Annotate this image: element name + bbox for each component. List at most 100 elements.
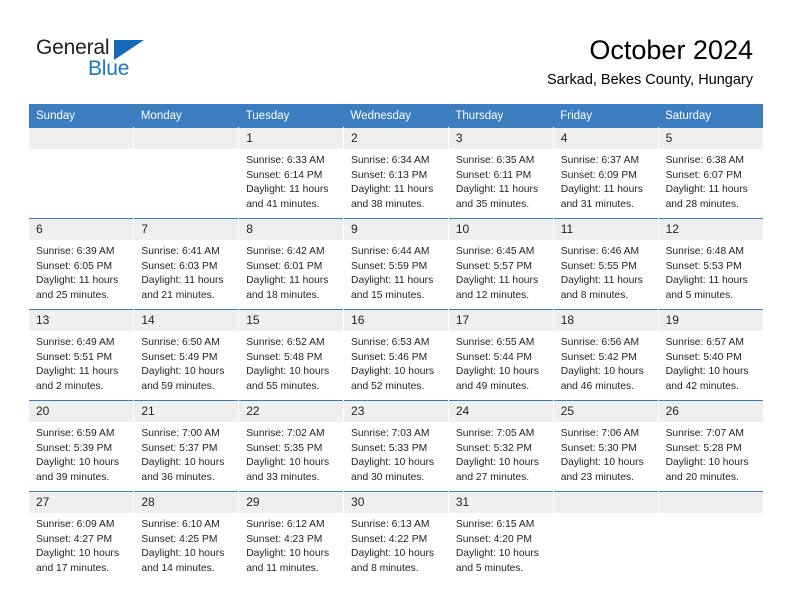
calendar-day-cell[interactable]: 24 Sunrise: 7:05 AM Sunset: 5:32 PM Dayligh… (448, 400, 554, 492)
day-number: 20 (29, 401, 134, 422)
daylight-text-line2: and 35 minutes. (455, 198, 530, 210)
sunset-text: Sunset: 5:28 PM (665, 442, 742, 454)
calendar-day-cell[interactable]: 1 Sunrise: 6:33 AM Sunset: 6:14 PM Daylight… (238, 127, 345, 219)
day-number (134, 128, 239, 149)
calendar-day-cell[interactable]: 6 Sunrise: 6:39 AM Sunset: 6:05 PM Daylight… (29, 218, 135, 310)
weekday-header-wednesday: Wednesday (343, 104, 449, 128)
calendar-day-cell[interactable]: 9 Sunrise: 6:44 AM Sunset: 5:59 PM Daylight… (343, 218, 449, 310)
calendar-day-cell[interactable]: 29 Sunrise: 6:12 AM Sunset: 4:23 PM Dayligh… (238, 491, 345, 582)
calendar-day-cell[interactable]: 17 Sunrise: 6:55 AM Sunset: 5:44 PM Dayligh… (448, 309, 554, 401)
day-details: Sunrise: 6:35 AM Sunset: 6:11 PM Daylight:… (449, 149, 553, 212)
calendar-day-cell[interactable]: 21 Sunrise: 7:00 AM Sunset: 5:37 PM Dayligh… (133, 400, 240, 492)
sunset-text: Sunset: 5:44 PM (455, 351, 533, 363)
day-number: 24 (448, 401, 553, 422)
calendar-day-cell[interactable]: 13 Sunrise: 6:49 AM Sunset: 5:51 PM Dayligh… (29, 309, 135, 401)
calendar-day-cell[interactable]: 28 Sunrise: 6:10 AM Sunset: 4:25 PM Dayligh… (133, 491, 240, 582)
day-number: 9 (344, 219, 448, 240)
day-details: Sunrise: 6:15 AM Sunset: 4:20 PM Daylight:… (449, 513, 553, 576)
day-number: 16 (344, 310, 448, 331)
calendar-day-cell[interactable]: 4 Sunrise: 6:37 AM Sunset: 6:09 PM Daylight… (553, 127, 659, 219)
daylight-text-line1: Daylight: 10 hours (455, 366, 539, 378)
calendar-day-cell[interactable]: 12 Sunrise: 6:48 AM Sunset: 5:53 PM Dayligh… (658, 218, 763, 310)
sunset-text: Sunset: 5:59 PM (351, 260, 428, 272)
calendar-day-cell[interactable]: 18 Sunrise: 6:56 AM Sunset: 5:42 PM Dayligh… (553, 309, 659, 401)
sunrise-text: Sunrise: 6:35 AM (455, 155, 535, 166)
day-number: 3 (448, 128, 553, 149)
day-number: 31 (448, 492, 553, 513)
day-number: 29 (239, 492, 344, 513)
calendar-day-cell[interactable]: 15 Sunrise: 6:52 AM Sunset: 5:48 PM Dayligh… (238, 309, 345, 401)
calendar-empty-cell (553, 491, 659, 582)
sunset-text: Sunset: 5:48 PM (246, 351, 323, 363)
day-details: Sunrise: 6:55 AM Sunset: 5:44 PM Daylight:… (449, 331, 553, 394)
sunset-text: Sunset: 5:35 PM (246, 442, 323, 454)
weekday-header-sunday: Sunday (29, 104, 134, 128)
calendar-day-cell[interactable]: 10 Sunrise: 6:45 AM Sunset: 5:57 PM Dayligh… (448, 218, 554, 310)
calendar-day-cell[interactable]: 11 Sunrise: 6:46 AM Sunset: 5:55 PM Dayligh… (553, 218, 659, 310)
day-details: Sunrise: 6:59 AM Sunset: 5:39 PM Daylight:… (29, 422, 133, 485)
daylight-text-line2: and 49 minutes. (455, 380, 530, 392)
daylight-text-line2: and 12 minutes. (455, 289, 530, 301)
daylight-text-line1: Daylight: 11 hours (36, 275, 119, 287)
day-details: Sunrise: 6:49 AM Sunset: 5:51 PM Daylight:… (29, 331, 133, 394)
daylight-text-line1: Daylight: 10 hours (560, 457, 644, 469)
calendar-empty-cell (133, 127, 240, 219)
daylight-text-line2: and 46 minutes. (560, 380, 634, 392)
daylight-text-line1: Daylight: 11 hours (36, 366, 119, 378)
day-number: 6 (29, 219, 134, 240)
calendar-day-cell[interactable]: 25 Sunrise: 7:06 AM Sunset: 5:30 PM Dayligh… (553, 400, 659, 492)
calendar-day-cell[interactable]: 19 Sunrise: 6:57 AM Sunset: 5:40 PM Dayligh… (658, 309, 763, 401)
sunrise-text: Sunrise: 6:12 AM (246, 519, 325, 530)
sunrise-text: Sunrise: 6:44 AM (351, 246, 430, 257)
calendar-day-cell[interactable]: 2 Sunrise: 6:34 AM Sunset: 6:13 PM Daylight… (343, 127, 449, 219)
day-details: Sunrise: 6:46 AM Sunset: 5:55 PM Daylight:… (554, 240, 658, 303)
day-details: Sunrise: 6:57 AM Sunset: 5:40 PM Daylight:… (659, 331, 763, 394)
daylight-text-line2: and 36 minutes. (141, 471, 215, 483)
calendar-day-cell[interactable]: 23 Sunrise: 7:03 AM Sunset: 5:33 PM Dayligh… (343, 400, 449, 492)
day-details: Sunrise: 6:42 AM Sunset: 6:01 PM Daylight:… (239, 240, 343, 303)
calendar-week-row: 13 Sunrise: 6:49 AM Sunset: 5:51 PM Dayligh… (29, 309, 763, 401)
calendar-day-cell[interactable]: 7 Sunrise: 6:41 AM Sunset: 6:03 PM Daylight… (133, 218, 240, 310)
daylight-text-line2: and 30 minutes. (351, 471, 425, 483)
daylight-text-line1: Daylight: 11 hours (665, 184, 748, 196)
calendar-day-cell[interactable]: 14 Sunrise: 6:50 AM Sunset: 5:49 PM Dayligh… (133, 309, 240, 401)
weekday-header-tuesday: Tuesday (238, 104, 344, 128)
sunrise-text: Sunrise: 6:55 AM (455, 337, 535, 348)
day-number: 30 (344, 492, 448, 513)
sunset-text: Sunset: 5:32 PM (455, 442, 533, 454)
sunset-text: Sunset: 4:27 PM (36, 533, 113, 545)
daylight-text-line2: and 21 minutes. (141, 289, 215, 301)
sunset-text: Sunset: 5:37 PM (141, 442, 218, 454)
sunset-text: Sunset: 4:23 PM (246, 533, 323, 545)
day-number: 13 (29, 310, 134, 331)
title-block: October 2024 Sarkad, Bekes County, Hunga… (547, 34, 753, 89)
daylight-text-line2: and 27 minutes. (455, 471, 530, 483)
day-number (553, 492, 658, 513)
calendar-day-cell[interactable]: 26 Sunrise: 7:07 AM Sunset: 5:28 PM Dayligh… (658, 400, 763, 492)
calendar-day-cell[interactable]: 20 Sunrise: 6:59 AM Sunset: 5:39 PM Dayligh… (29, 400, 135, 492)
sunset-text: Sunset: 6:13 PM (351, 169, 428, 181)
calendar-day-cell[interactable]: 22 Sunrise: 7:02 AM Sunset: 5:35 PM Dayligh… (238, 400, 345, 492)
page-title: October 2024 (589, 35, 753, 65)
calendar-header-row: Sunday Monday Tuesday Wednesday Thursday… (29, 104, 763, 128)
daylight-text-line2: and 55 minutes. (246, 380, 320, 392)
calendar-day-cell[interactable]: 8 Sunrise: 6:42 AM Sunset: 6:01 PM Daylight… (238, 218, 345, 310)
calendar-day-cell[interactable]: 30 Sunrise: 6:13 AM Sunset: 4:22 PM Dayligh… (343, 491, 449, 582)
sunset-text: Sunset: 4:22 PM (351, 533, 428, 545)
calendar-day-cell[interactable]: 31 Sunrise: 6:15 AM Sunset: 4:20 PM Dayligh… (448, 491, 554, 582)
day-details: Sunrise: 6:10 AM Sunset: 4:25 PM Daylight:… (134, 513, 238, 576)
daylight-text-line2: and 23 minutes. (560, 471, 634, 483)
calendar-day-cell[interactable]: 5 Sunrise: 6:38 AM Sunset: 6:07 PM Daylight… (658, 127, 763, 219)
calendar-day-cell[interactable]: 27 Sunrise: 6:09 AM Sunset: 4:27 PM Dayligh… (29, 491, 135, 582)
daylight-text-line2: and 11 minutes. (246, 562, 319, 574)
calendar-body: 1 Sunrise: 6:33 AM Sunset: 6:14 PM Daylight… (29, 127, 763, 582)
day-details: Sunrise: 7:02 AM Sunset: 5:35 PM Daylight:… (239, 422, 343, 485)
daylight-text-line1: Daylight: 11 hours (455, 184, 539, 196)
day-number: 12 (658, 219, 763, 240)
calendar-day-cell[interactable]: 16 Sunrise: 6:53 AM Sunset: 5:46 PM Dayligh… (343, 309, 449, 401)
sunrise-text: Sunrise: 6:50 AM (141, 337, 220, 348)
day-details: Sunrise: 6:09 AM Sunset: 4:27 PM Daylight:… (29, 513, 133, 576)
calendar-day-cell[interactable]: 3 Sunrise: 6:35 AM Sunset: 6:11 PM Daylight… (448, 127, 554, 219)
daylight-text-line1: Daylight: 11 hours (246, 184, 329, 196)
daylight-text-line2: and 59 minutes. (141, 380, 215, 392)
